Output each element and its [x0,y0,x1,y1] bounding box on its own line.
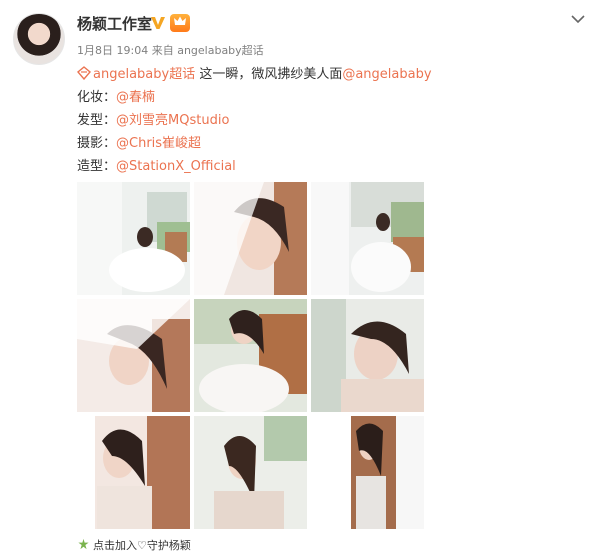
avatar[interactable] [13,13,65,65]
mention-styling[interactable]: @StationX_Official [116,159,236,174]
mention-angelababy[interactable]: @angelababy [342,67,431,82]
chevron-down-icon[interactable] [570,11,586,27]
photo-thumbnail[interactable] [77,182,190,295]
photo-thumbnail[interactable] [194,416,307,529]
svip-badge-icon[interactable] [170,14,190,32]
photo-thumbnail[interactable] [77,416,190,529]
photo-grid [77,182,425,529]
credit-label: 摄影： [77,136,117,151]
credit-label: 造型： [77,159,117,174]
fan-club-icon [78,538,89,550]
post-source[interactable]: angelababy超话 [177,44,263,57]
verified-v-icon [151,17,165,29]
credit-hair: 发型：@刘雪亮MQstudio [77,109,577,132]
mention-photographer[interactable]: @Chris崔峻超 [116,136,201,151]
photo-thumbnail[interactable] [311,299,424,412]
credit-styling: 造型：@StationX_Official [77,155,577,178]
photo-thumbnail[interactable] [194,299,307,412]
credit-label: 发型： [77,113,117,128]
fan-club-text: 点击加入♡守护杨颖 [93,539,191,552]
author-name[interactable]: 杨颖工作室 [77,13,152,34]
post-meta: 1月8日 19:04 来自 angelababy超话 [77,42,264,58]
credit-makeup: 化妆：@春楠 [77,86,577,109]
mention-makeup[interactable]: @春楠 [116,90,155,105]
from-label: 来自 [151,44,174,57]
photo-thumbnail[interactable] [311,182,424,295]
fan-club-link[interactable]: 点击加入♡守护杨颖 [77,537,191,553]
photo-thumbnail[interactable] [311,416,424,529]
photo-thumbnail[interactable] [77,299,190,412]
super-topic-link[interactable]: angelababy超话 [93,67,195,82]
post-date[interactable]: 1月8日 19:04 [77,44,148,57]
photo-thumbnail[interactable] [194,182,307,295]
post-text: angelababy超话 这一瞬，微风拂纱美人面@angelababy 化妆：@… [77,63,577,178]
headline-text: 这一瞬，微风拂纱美人面 [195,67,343,82]
mention-hair[interactable]: @刘雪亮MQstudio [116,113,229,128]
credit-photo: 摄影：@Chris崔峻超 [77,132,577,155]
post-headline: angelababy超话 这一瞬，微风拂纱美人面@angelababy [77,63,577,86]
super-topic-icon [77,66,91,80]
credit-label: 化妆： [77,90,117,105]
